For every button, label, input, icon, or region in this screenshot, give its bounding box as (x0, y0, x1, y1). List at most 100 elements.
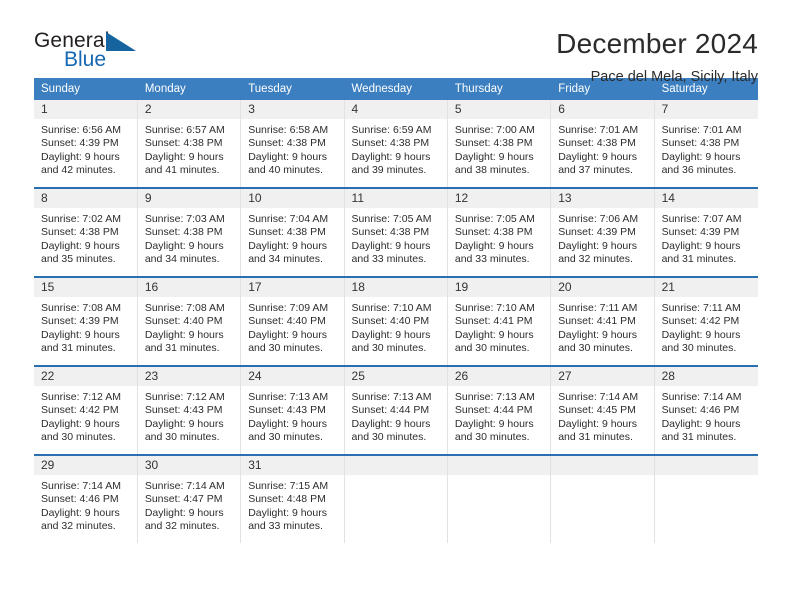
daylight-text-line2: and 30 minutes. (351, 342, 427, 355)
calendar-day-cell[interactable]: 6 Sunrise: 7:01 AM Sunset: 4:38 PM Daylight… (550, 100, 655, 188)
calendar-day-cell[interactable]: 26 Sunrise: 7:13 AM Sunset: 4:44 PM Dayligh… (447, 365, 552, 455)
day-number (654, 456, 758, 475)
calendar-day-cell[interactable]: 23 Sunrise: 7:12 AM Sunset: 4:43 PM Dayligh… (137, 365, 242, 455)
day-number: 12 (447, 189, 551, 208)
daylight-text-line1: Daylight: 9 hours (144, 239, 224, 252)
day-number: 13 (551, 189, 654, 208)
daylight-text-line2: and 33 minutes. (454, 253, 530, 266)
daylight-text-line2: and 33 minutes. (351, 253, 427, 266)
calendar-day-cell[interactable]: 14 Sunrise: 7:07 AM Sunset: 4:39 PM Dayligh… (654, 187, 758, 277)
calendar-day-cell[interactable]: 16 Sunrise: 7:08 AM Sunset: 4:40 PM Dayligh… (137, 276, 242, 366)
daylight-text-line1: Daylight: 9 hours (351, 328, 431, 341)
day-number: 26 (447, 367, 551, 386)
daylight-text-line2: and 32 minutes. (41, 520, 116, 533)
day-details: Sunrise: 7:05 AM Sunset: 4:38 PM Daylight:… (448, 208, 550, 276)
calendar-day-cell[interactable]: 31 Sunrise: 7:15 AM Sunset: 4:48 PM Dayligh… (240, 454, 345, 543)
day-number: 28 (654, 367, 758, 386)
calendar-day-cell[interactable]: 18 Sunrise: 7:10 AM Sunset: 4:40 PM Dayligh… (344, 276, 448, 366)
calendar-day-cell[interactable]: 15 Sunrise: 7:08 AM Sunset: 4:39 PM Dayligh… (34, 276, 138, 366)
day-details: Sunrise: 7:13 AM Sunset: 4:43 PM Daylight:… (241, 386, 343, 454)
sunrise-text: Sunrise: 7:13 AM (454, 391, 535, 403)
daylight-text-line1: Daylight: 9 hours (248, 328, 327, 341)
daylight-text-line1: Daylight: 9 hours (558, 150, 638, 163)
calendar-day-cell[interactable]: 20 Sunrise: 7:11 AM Sunset: 4:41 PM Dayligh… (550, 276, 655, 366)
calendar-day-cell[interactable]: 8 Sunrise: 7:02 AM Sunset: 4:38 PM Daylight… (34, 187, 138, 277)
calendar-day-cell[interactable]: 29 Sunrise: 7:14 AM Sunset: 4:46 PM Dayligh… (34, 454, 138, 543)
general-blue-logo[interactable]: General Blue (34, 28, 154, 78)
calendar-day-cell[interactable]: 24 Sunrise: 7:13 AM Sunset: 4:43 PM Dayligh… (240, 365, 345, 455)
daylight-text-line2: and 31 minutes. (661, 431, 737, 444)
sunrise-text: Sunrise: 7:06 AM (558, 213, 639, 225)
daylight-text-line2: and 30 minutes. (144, 431, 220, 444)
sunset-text: Sunset: 4:40 PM (144, 315, 223, 328)
sunrise-text: Sunrise: 7:05 AM (454, 213, 535, 225)
calendar-day-cell[interactable]: 22 Sunrise: 7:12 AM Sunset: 4:42 PM Dayligh… (34, 365, 138, 455)
day-details: Sunrise: 7:13 AM Sunset: 4:44 PM Daylight:… (448, 386, 550, 454)
daylight-text-line2: and 30 minutes. (661, 342, 737, 355)
calendar-day-cell[interactable]: 11 Sunrise: 7:05 AM Sunset: 4:38 PM Dayligh… (344, 187, 448, 277)
weekday-header-wednesday: Wednesday (344, 78, 448, 100)
calendar-body: 1 Sunrise: 6:56 AM Sunset: 4:39 PM Daylight… (34, 100, 758, 543)
daylight-text-line2: and 33 minutes. (248, 520, 323, 533)
daylight-text-line1: Daylight: 9 hours (454, 328, 534, 341)
calendar-day-cell[interactable]: 9 Sunrise: 7:03 AM Sunset: 4:38 PM Daylight… (137, 187, 242, 277)
day-number: 7 (654, 100, 758, 119)
calendar-day-cell[interactable]: 28 Sunrise: 7:14 AM Sunset: 4:46 PM Dayligh… (654, 365, 758, 455)
day-details: Sunrise: 7:08 AM Sunset: 4:40 PM Daylight:… (138, 297, 240, 365)
calendar-day-cell[interactable]: 27 Sunrise: 7:14 AM Sunset: 4:45 PM Dayligh… (550, 365, 655, 455)
sunrise-text: Sunrise: 7:13 AM (248, 391, 329, 403)
calendar-day-cell[interactable]: 12 Sunrise: 7:05 AM Sunset: 4:38 PM Dayligh… (447, 187, 552, 277)
sunset-text: Sunset: 4:47 PM (144, 493, 223, 506)
sunset-text: Sunset: 4:42 PM (661, 315, 740, 328)
calendar-day-cell[interactable]: 4 Sunrise: 6:59 AM Sunset: 4:38 PM Daylight… (344, 100, 448, 188)
sunrise-text: Sunrise: 7:08 AM (144, 302, 225, 314)
calendar-day-cell[interactable]: 2 Sunrise: 6:57 AM Sunset: 4:38 PM Daylight… (137, 100, 242, 188)
daylight-text-line2: and 30 minutes. (351, 431, 427, 444)
daylight-text-line1: Daylight: 9 hours (41, 417, 120, 430)
weekday-header-sunday: Sunday (34, 78, 138, 100)
sunset-text: Sunset: 4:46 PM (41, 493, 119, 506)
daylight-text-line2: and 42 minutes. (41, 164, 116, 177)
blue-triangle-icon (106, 32, 136, 51)
day-number: 23 (137, 367, 241, 386)
day-details: Sunrise: 7:09 AM Sunset: 4:40 PM Daylight:… (241, 297, 343, 365)
sunrise-text: Sunrise: 7:14 AM (661, 391, 742, 403)
calendar-day-cell[interactable]: 7 Sunrise: 7:01 AM Sunset: 4:38 PM Daylight… (654, 100, 758, 188)
daylight-text-line1: Daylight: 9 hours (41, 328, 120, 341)
sunrise-text: Sunrise: 6:58 AM (248, 124, 329, 136)
calendar-day-cell[interactable]: 19 Sunrise: 7:10 AM Sunset: 4:41 PM Dayligh… (447, 276, 552, 366)
daylight-text-line1: Daylight: 9 hours (248, 417, 327, 430)
daylight-text-line2: and 32 minutes. (144, 520, 220, 533)
sunrise-sunset-calendar: Sunday Monday Tuesday Wednesday Thursday Frid… (34, 78, 759, 543)
calendar-day-cell[interactable]: 1 Sunrise: 6:56 AM Sunset: 4:39 PM Daylight… (34, 100, 138, 188)
sunset-text: Sunset: 4:38 PM (558, 137, 636, 150)
sunrise-text: Sunrise: 7:14 AM (558, 391, 639, 403)
sunset-text: Sunset: 4:38 PM (248, 226, 326, 239)
calendar-day-cell[interactable]: 10 Sunrise: 7:04 AM Sunset: 4:38 PM Dayligh… (240, 187, 345, 277)
sunrise-text: Sunrise: 7:05 AM (351, 213, 432, 225)
day-details: Sunrise: 7:04 AM Sunset: 4:38 PM Daylight:… (241, 208, 343, 276)
sunrise-text: Sunrise: 7:08 AM (41, 302, 121, 314)
day-details: Sunrise: 7:11 AM Sunset: 4:42 PM Daylight:… (655, 297, 758, 365)
calendar-day-cell[interactable]: 3 Sunrise: 6:58 AM Sunset: 4:38 PM Daylight… (240, 100, 345, 188)
daylight-text-line2: and 38 minutes. (454, 164, 530, 177)
sunrise-text: Sunrise: 7:13 AM (351, 391, 432, 403)
day-details: Sunrise: 7:07 AM Sunset: 4:39 PM Daylight:… (655, 208, 758, 276)
day-details: Sunrise: 7:03 AM Sunset: 4:38 PM Daylight:… (138, 208, 240, 276)
calendar-day-cell[interactable]: 21 Sunrise: 7:11 AM Sunset: 4:42 PM Dayligh… (654, 276, 758, 366)
day-details: Sunrise: 6:59 AM Sunset: 4:38 PM Daylight:… (345, 119, 447, 187)
calendar-day-cell[interactable]: 5 Sunrise: 7:00 AM Sunset: 4:38 PM Daylight… (447, 100, 552, 188)
page-title: December 2024 (556, 28, 758, 59)
sunset-text: Sunset: 4:39 PM (661, 226, 740, 239)
day-number: 3 (241, 100, 344, 119)
daylight-text-line1: Daylight: 9 hours (144, 506, 224, 519)
day-details: Sunrise: 6:57 AM Sunset: 4:38 PM Daylight:… (138, 119, 240, 187)
calendar-day-cell[interactable]: 13 Sunrise: 7:06 AM Sunset: 4:39 PM Dayligh… (550, 187, 655, 277)
sunset-text: Sunset: 4:46 PM (661, 404, 740, 417)
daylight-text-line2: and 31 minutes. (144, 342, 220, 355)
calendar-day-cell[interactable]: 30 Sunrise: 7:14 AM Sunset: 4:47 PM Dayligh… (137, 454, 242, 543)
day-number: 6 (551, 100, 654, 119)
page-header: General Blue December 2024 Pace del Mela… (34, 0, 758, 85)
calendar-day-cell[interactable]: 25 Sunrise: 7:13 AM Sunset: 4:44 PM Dayligh… (344, 365, 448, 455)
calendar-day-cell[interactable]: 17 Sunrise: 7:09 AM Sunset: 4:40 PM Dayligh… (240, 276, 345, 366)
